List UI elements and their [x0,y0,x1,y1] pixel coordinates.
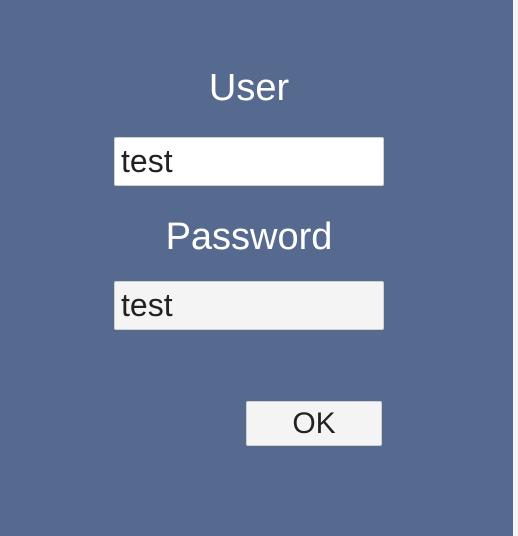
login-window: { "login_form": { "user_label": "User", … [0,0,518,536]
password-input[interactable] [114,281,384,330]
user-input[interactable] [114,137,384,186]
user-label: User [208,67,290,109]
password-label: Password [165,216,333,258]
ok-button[interactable]: OK [246,401,382,446]
window-edge-strip [513,0,518,536]
